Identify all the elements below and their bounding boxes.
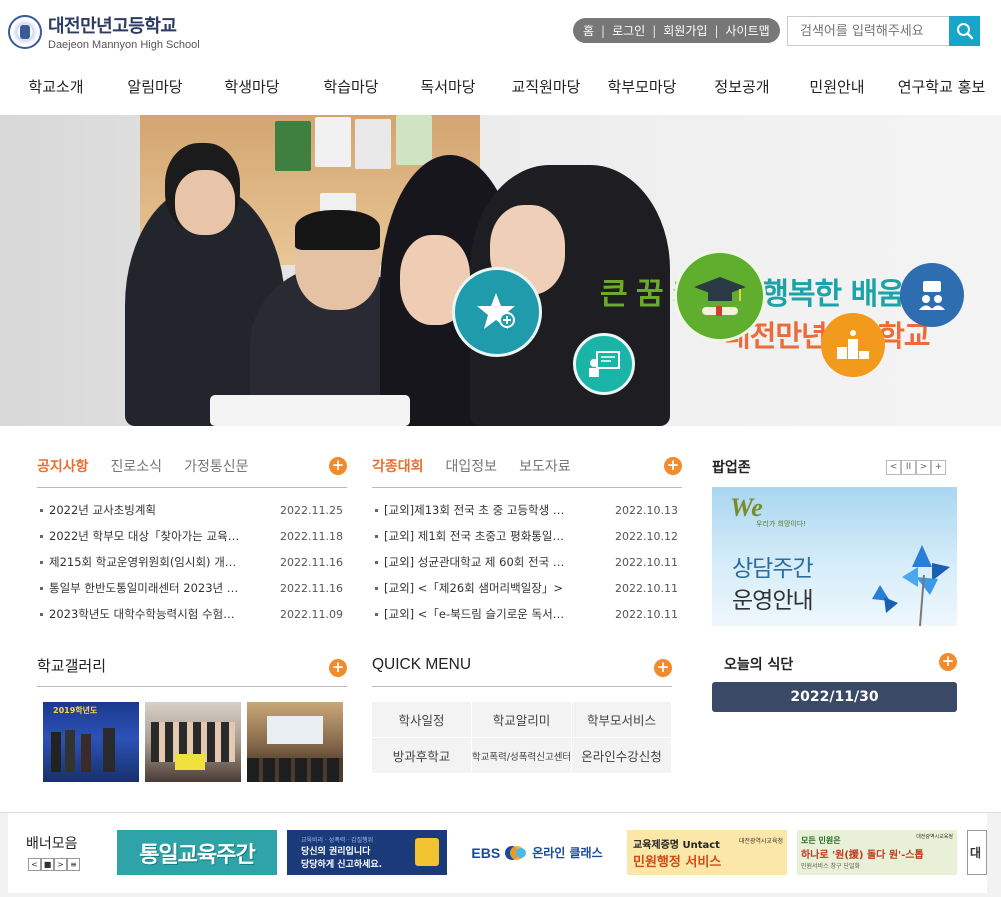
gallery-photo-2[interactable] bbox=[145, 702, 241, 782]
search-box bbox=[787, 16, 980, 46]
main-navigation: 학교소개 알림마당 학생마당 학습마당 독서마당 교직원마당 학부모마당 정보공… bbox=[0, 68, 1001, 106]
banner-list-icon[interactable]: ≡ bbox=[67, 858, 80, 871]
quick-menu-item[interactable]: 학교알리미 bbox=[472, 702, 572, 738]
banner-area: 배너모음 < ■ > ≡ 통일교육주간 교육비리 · 성폭력 · 갑질행위 당신… bbox=[0, 812, 1001, 897]
banner-unification[interactable]: 통일교육주간 bbox=[117, 830, 277, 875]
graduation-circle-icon bbox=[674, 250, 766, 342]
quick-menu-item[interactable]: 온라인수강신청 bbox=[572, 738, 672, 774]
popup-zone-title: 팝업존 bbox=[712, 460, 751, 476]
meal-date[interactable]: 2022/11/30 bbox=[712, 682, 957, 712]
quick-menu-item[interactable]: 학교폭력/성폭력신고센터 bbox=[472, 738, 572, 774]
search-icon bbox=[956, 23, 973, 40]
nav-reading[interactable]: 독서마당 bbox=[396, 68, 500, 106]
tab-press[interactable]: 보도자료 bbox=[519, 456, 571, 476]
divider bbox=[37, 487, 347, 488]
nav-staff[interactable]: 교직원마당 bbox=[500, 68, 592, 106]
school-name-ko: 대전만년고등학교 bbox=[48, 16, 177, 37]
notice-more-plus-icon[interactable]: + bbox=[329, 457, 347, 475]
notice-list: 2022년 교사초빙계획 2022.11.25 2022년 학부모 대상「찾아가는… bbox=[40, 497, 343, 627]
nav-notice[interactable]: 알림마당 bbox=[112, 68, 198, 106]
chat-circle-icon bbox=[900, 263, 964, 327]
login-link[interactable]: 로그인 bbox=[612, 22, 645, 39]
divider bbox=[37, 686, 347, 687]
banner-partial[interactable]: 대 bbox=[967, 830, 987, 875]
banner-untact[interactable]: 교육제증명 Untact 민원행정 서비스 대전광역시교육청 bbox=[627, 830, 787, 875]
quick-menu-item[interactable]: 방과후학교 bbox=[372, 738, 472, 774]
podium-circle-icon bbox=[821, 313, 885, 377]
list-item[interactable]: [교외] <「e-북드림 슬기로운 독서… 2022.10.11 bbox=[375, 601, 678, 627]
banner-one-stop[interactable]: 모든 민원은 하나로 '원(援) 돌다 원'-스톱 민원서비스 창구 단일화 대… bbox=[797, 830, 957, 875]
banner-label: 배너모음 bbox=[26, 836, 78, 852]
list-item[interactable]: [교외] 성균관대학교 제 60회 전국 … 2022.10.11 bbox=[375, 549, 678, 575]
nav-disclosure[interactable]: 정보공개 bbox=[692, 68, 792, 106]
divider bbox=[372, 487, 682, 488]
pinwheel-icon bbox=[872, 545, 950, 626]
quick-menu-title: QUICK MENU bbox=[372, 656, 472, 673]
nav-study[interactable]: 학습마당 bbox=[306, 68, 396, 106]
lecture-circle-icon bbox=[573, 333, 635, 395]
nav-civil[interactable]: 민원안내 bbox=[792, 68, 882, 106]
divider bbox=[372, 686, 672, 687]
banner-stop-icon[interactable]: ■ bbox=[41, 858, 54, 871]
list-item[interactable]: 2023학년도 대학수학능력시험 수험… 2022.11.09 bbox=[40, 601, 343, 627]
nav-student[interactable]: 학생마당 bbox=[198, 68, 306, 106]
ebs-logo-icon bbox=[505, 845, 527, 860]
megaphone-icon bbox=[415, 838, 439, 866]
nav-research[interactable]: 연구학교 홍보 bbox=[882, 68, 1001, 106]
contest-tabs: 각종대회 대입정보 보도자료 bbox=[372, 451, 593, 481]
gallery-more-plus-icon[interactable]: + bbox=[329, 659, 347, 677]
quick-menu-plus-icon[interactable]: + bbox=[654, 659, 672, 677]
search-button[interactable] bbox=[949, 16, 980, 46]
quick-menu-item[interactable]: 학사일정 bbox=[372, 702, 472, 738]
banner-ebs[interactable]: EBS 온라인 클래스 bbox=[457, 830, 617, 875]
pause-icon[interactable]: II bbox=[901, 460, 916, 475]
hero-banner: 큰 꿈 키우는 행복한 배움터 대전만년고등학교 bbox=[0, 115, 1001, 426]
banner-prev-icon[interactable]: < bbox=[28, 858, 41, 871]
school-name-en: Daejeon Mannyon High School bbox=[48, 39, 200, 51]
main-content: 공지사항 진로소식 가정통신문 + 2022년 교사초빙계획 2022.11.25… bbox=[0, 426, 1001, 812]
quick-menu-item[interactable]: 학부모서비스 bbox=[572, 702, 672, 738]
tab-contest[interactable]: 각종대회 bbox=[372, 456, 424, 476]
gallery-title[interactable]: 학교갤러리 bbox=[37, 655, 106, 676]
gallery-photo-3[interactable] bbox=[247, 702, 343, 782]
search-input[interactable] bbox=[788, 17, 949, 45]
tab-newsletter[interactable]: 가정통신문 bbox=[184, 456, 248, 476]
quick-menu-grid: 학사일정 학교알리미 학부모서비스 방과후학교 학교폭력/성폭력신고센터 온라인… bbox=[372, 702, 672, 774]
banner-controls: < ■ > ≡ bbox=[28, 858, 80, 871]
contest-list: [교외]제13회 전국 초 중 고등학생 … 2022.10.13 [교외] 제1… bbox=[375, 497, 678, 627]
notice-tabs: 공지사항 진로소식 가정통신문 bbox=[37, 451, 270, 481]
list-item[interactable]: [교외] 제1회 전국 초중고 평화통일… 2022.10.12 bbox=[375, 523, 678, 549]
school-logo[interactable]: 대전만년고등학교 Daejeon Mannyon High School bbox=[8, 12, 200, 51]
prev-icon[interactable]: < bbox=[886, 460, 901, 475]
header: 대전만년고등학교 Daejeon Mannyon High School 홈 |… bbox=[0, 0, 1001, 60]
tab-career[interactable]: 진로소식 bbox=[111, 456, 163, 476]
utility-links: 홈 | 로그인 | 회원가입 | 사이트맵 bbox=[573, 18, 780, 43]
tab-notice[interactable]: 공지사항 bbox=[37, 456, 89, 476]
list-item[interactable]: [교외]제13회 전국 초 중 고등학생 … 2022.10.13 bbox=[375, 497, 678, 523]
star-circle-icon bbox=[452, 267, 542, 357]
signup-link[interactable]: 회원가입 bbox=[663, 22, 707, 39]
gallery-photo-1[interactable]: 2019학년도 bbox=[43, 702, 139, 782]
next-icon[interactable]: > bbox=[916, 460, 931, 475]
contest-more-plus-icon[interactable]: + bbox=[664, 457, 682, 475]
nav-about[interactable]: 학교소개 bbox=[0, 68, 112, 106]
more-plus-icon[interactable]: + bbox=[931, 460, 946, 475]
tab-admission[interactable]: 대입정보 bbox=[446, 456, 498, 476]
list-item[interactable]: [교외] <「제26회 샘머리백일장」> 2022.10.11 bbox=[375, 575, 678, 601]
popup-controls: < II > + bbox=[886, 460, 946, 475]
banner-next-icon[interactable]: > bbox=[54, 858, 67, 871]
list-item[interactable]: 제215회 학교운영위원회(임시회) 개… 2022.11.16 bbox=[40, 549, 343, 575]
list-item[interactable]: 2022년 학부모 대상「찾아가는 교육… 2022.11.18 bbox=[40, 523, 343, 549]
meal-title: 오늘의 식단 bbox=[724, 657, 794, 673]
home-link[interactable]: 홈 bbox=[583, 22, 594, 39]
popup-image[interactable]: We 우리가 희망이다! 상담주간 운영안내 bbox=[712, 487, 957, 626]
school-emblem-icon bbox=[8, 14, 42, 49]
page: 대전만년고등학교 Daejeon Mannyon High School 홈 |… bbox=[0, 0, 1001, 897]
list-item[interactable]: 통일부 한반도통일미래센터 2023년 … 2022.11.16 bbox=[40, 575, 343, 601]
sitemap-link[interactable]: 사이트맵 bbox=[725, 22, 769, 39]
list-item[interactable]: 2022년 교사초빙계획 2022.11.25 bbox=[40, 497, 343, 523]
nav-parent[interactable]: 학부모마당 bbox=[592, 68, 692, 106]
banner-report[interactable]: 교육비리 · 성폭력 · 갑질행위 당신의 권리입니다 당당하게 신고하세요. bbox=[287, 830, 447, 875]
meal-more-plus-icon[interactable]: + bbox=[939, 653, 957, 671]
